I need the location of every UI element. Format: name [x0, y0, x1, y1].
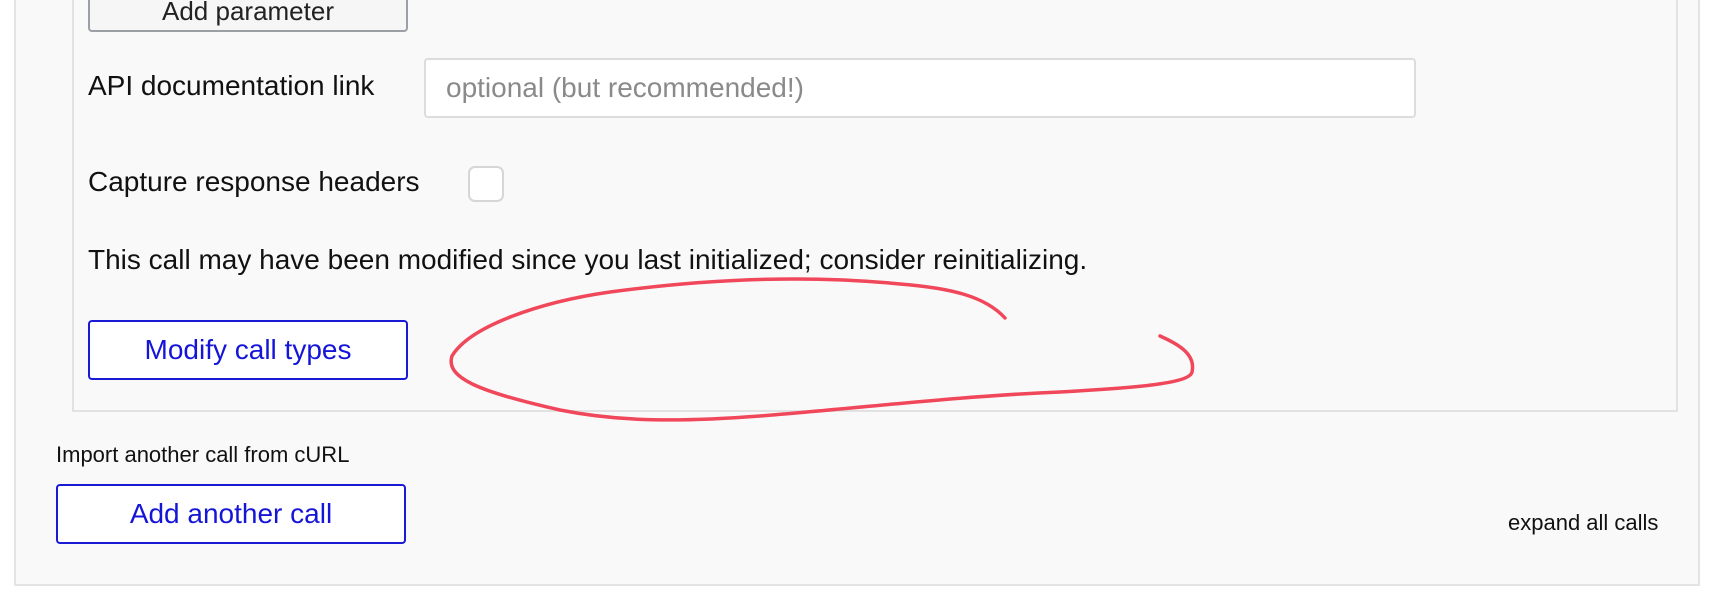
expand-all-calls-link[interactable]: expand all calls — [1508, 510, 1658, 536]
add-parameter-button[interactable]: Add parameter — [88, 0, 408, 32]
reinitialize-warning: This call may have been modified since y… — [88, 244, 1088, 275]
import-curl-link[interactable]: Import another call from cURL — [56, 442, 349, 468]
capture-headers-label: Capture response headers — [88, 166, 420, 197]
modify-call-types-button[interactable]: Modify call types — [88, 320, 408, 380]
capture-headers-checkbox[interactable] — [468, 166, 504, 202]
doc-link-label: API documentation link — [88, 70, 375, 101]
doc-link-input[interactable] — [424, 58, 1416, 118]
add-another-call-button[interactable]: Add another call — [56, 484, 406, 544]
